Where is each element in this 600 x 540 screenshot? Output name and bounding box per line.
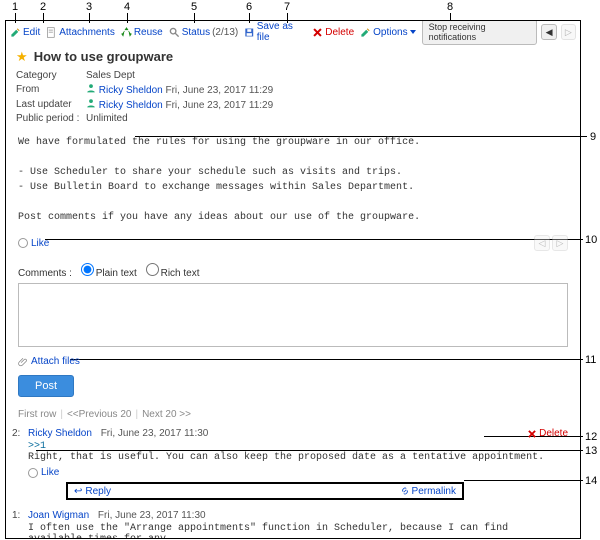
next-20-link[interactable]: Next 20 >> [142,409,191,420]
callout-2: 2 [40,1,46,13]
comment-delete-button[interactable]: Delete [527,428,568,439]
comment-textarea[interactable] [18,283,568,347]
body-next-button[interactable]: ▷ [552,235,568,251]
chevron-down-icon [410,30,416,34]
like-button[interactable]: Like [31,238,49,249]
save-as-file-label: Save as file [257,21,306,43]
prev-20-link[interactable]: <<Previous 20 [67,409,132,420]
comment-item: 2: Delete Ricky Sheldon Fri, June 23, 20… [6,424,580,506]
callout-7: 7 [284,1,290,13]
rich-text-radio[interactable] [146,263,159,276]
from-key: From [16,82,86,97]
attachments-action[interactable]: Attachments [46,27,115,38]
from-timestamp: Fri, June 23, 2017 11:29 [165,85,273,96]
options-action[interactable]: Options [360,27,415,38]
comment-body-text: Right, that is useful. You can also keep… [28,452,544,463]
category-key: Category [16,69,86,82]
callout-8: 8 [447,1,453,13]
comment-timestamp: Fri, June 23, 2017 11:30 [98,510,206,521]
comment-timestamp: Fri, June 23, 2017 11:30 [101,428,209,439]
callout-5: 5 [191,1,197,13]
floppy-icon [244,27,255,38]
comment-pager: First row|<<Previous 20|Next 20 >> [6,405,580,424]
x-icon [312,27,323,38]
comment-body-text: I often use the "Arrange appointments" f… [28,523,508,539]
next-topic-button[interactable]: ▷ [561,24,576,40]
status-count: (2/13) [212,27,238,38]
period-value: Unlimited [86,112,279,125]
plain-text-label: Plain text [96,268,137,279]
x-icon [527,429,537,439]
attach-files-label: Attach files [31,356,80,367]
updater-timestamp: Fri, June 23, 2017 11:29 [165,100,273,111]
pencil-icon [360,27,371,38]
stop-notifications-button[interactable]: Stop receiving notifications [422,20,538,45]
from-user-link[interactable]: Ricky Sheldon [99,85,163,96]
reply-arrow-icon: ↩ [74,486,82,497]
post-title: How to use groupware [34,49,173,64]
reply-permalink-bar: ↩ Reply Permalink [66,482,464,500]
edit-label: Edit [23,27,40,38]
options-label: Options [373,27,407,38]
save-as-file-action[interactable]: Save as file [244,21,306,43]
prev-topic-button[interactable]: ◀ [541,24,556,40]
comment-user-link[interactable]: Ricky Sheldon [28,428,92,439]
paper-icon [46,27,57,38]
updater-user-link[interactable]: Ricky Sheldon [99,100,163,111]
attachments-label: Attachments [59,27,115,38]
link-icon [400,486,410,496]
post-button[interactable]: Post [18,375,74,397]
callout-11: 11 [585,354,596,366]
callout-6: 6 [246,1,252,13]
attach-files-link[interactable]: Attach files [6,352,580,371]
delete-action[interactable]: Delete [312,27,354,38]
rich-text-label: Rich text [161,268,200,279]
callout-9: 9 [590,131,596,143]
reuse-label: Reuse [134,27,163,38]
post-body: We have formulated the rules for using t… [6,127,580,233]
comment-number: 1: [12,510,20,521]
recycle-icon [121,27,132,38]
period-key: Public period : [16,112,86,125]
paperclip-icon [18,357,28,367]
callout-4: 4 [124,1,130,13]
magnifier-icon [169,27,180,38]
callout-3: 3 [86,1,92,13]
callout-12: 12 [585,431,597,443]
comment-like-button[interactable]: Like [41,467,59,478]
comment-user-link[interactable]: Joan Wigman [28,510,89,521]
status-action[interactable]: Status (2/13) [169,27,238,38]
body-prev-button[interactable]: ◁ [534,235,550,251]
user-icon [86,98,96,108]
plain-text-radio[interactable] [81,263,94,276]
comment-ref-link[interactable]: >>1 [28,441,46,452]
callout-14: 14 [585,475,597,487]
toolbar: Edit Attachments Reuse Status (2/13) Sav… [6,21,580,43]
reuse-action[interactable]: Reuse [121,27,163,38]
first-row-link[interactable]: First row [18,409,56,420]
post-header: ★ How to use groupware Category Sales De… [6,43,580,127]
comment-reply-button[interactable]: Reply [85,486,111,497]
like-icon [18,238,28,248]
updater-key: Last updater [16,97,86,112]
callout-10: 10 [585,234,597,246]
delete-label: Delete [325,27,354,38]
status-label: Status [182,27,210,38]
user-icon [86,83,96,93]
pencil-icon [10,27,21,38]
like-icon [28,468,38,478]
callout-1: 1 [12,1,18,13]
edit-action[interactable]: Edit [10,27,40,38]
comments-format: Comments : Plain text Rich text [6,257,580,281]
star-icon[interactable]: ★ [16,49,28,64]
category-value: Sales Dept [86,69,279,82]
comment-item: 1: Joan Wigman Fri, June 23, 2017 11:30 … [6,506,580,539]
permalink-button[interactable]: Permalink [400,486,456,497]
callout-13: 13 [585,445,597,457]
comment-number: 2: [12,428,20,439]
comments-label: Comments : [18,268,72,279]
